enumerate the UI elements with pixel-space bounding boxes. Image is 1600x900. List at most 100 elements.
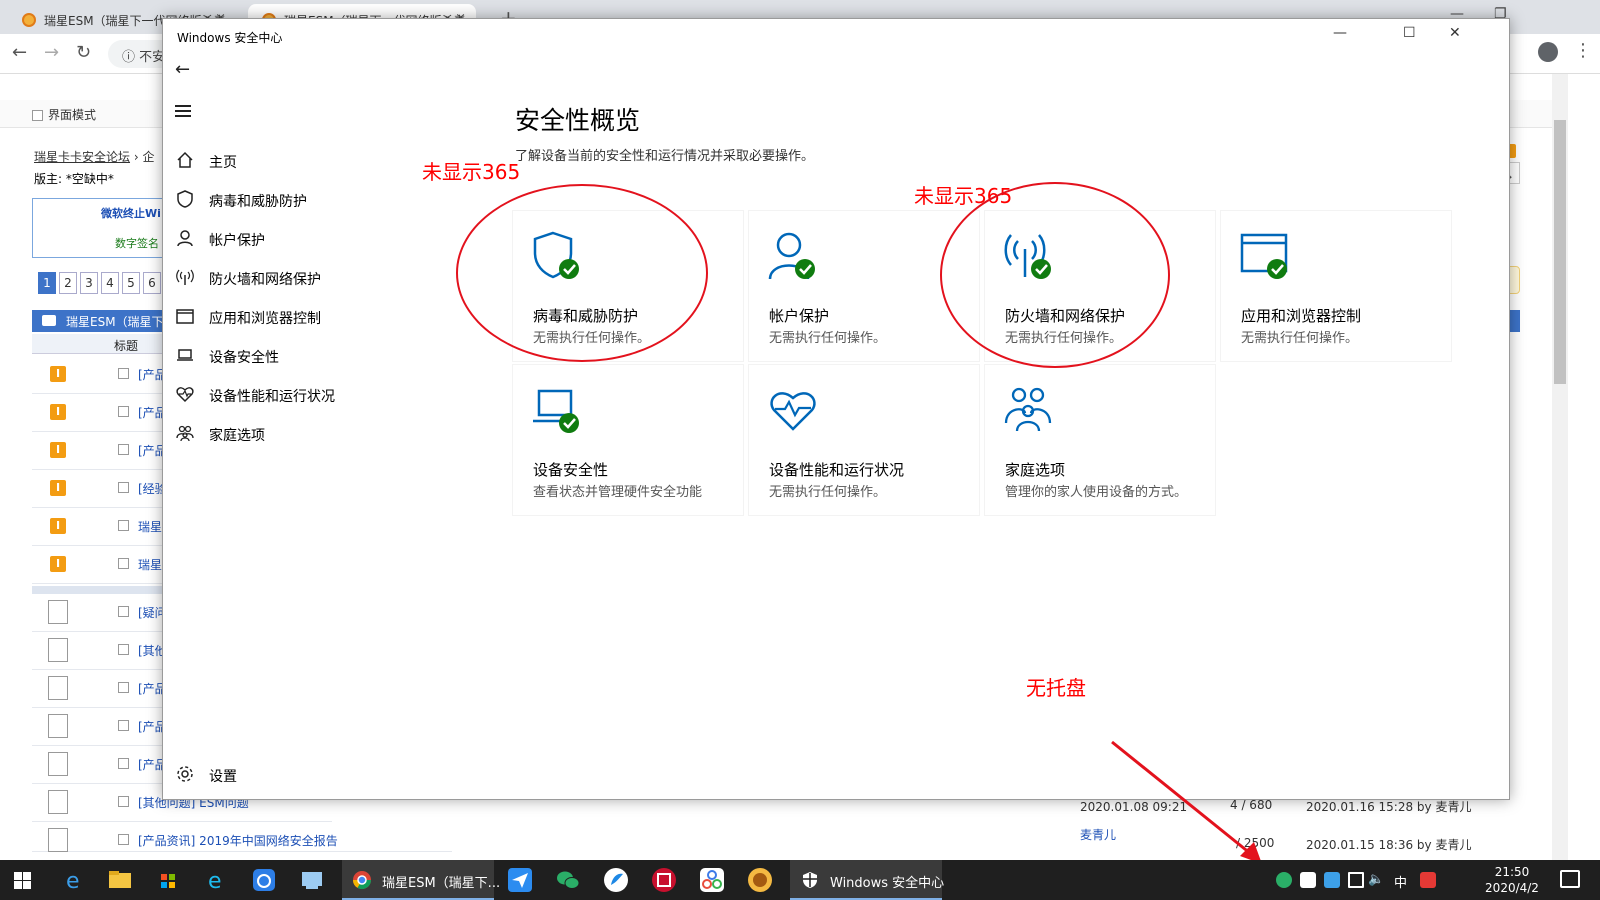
tile-app-browser-control[interactable]: 应用和浏览器控制 无需执行任何操作。 xyxy=(1221,211,1451,361)
bank-icon[interactable] xyxy=(650,866,678,894)
family-icon xyxy=(1004,387,1052,432)
tile-device-security[interactable]: 设备安全性 查看状态并管理硬件安全功能 xyxy=(513,365,743,515)
volume-icon[interactable]: 🔈 xyxy=(1368,872,1384,887)
thread-checkbox[interactable] xyxy=(118,368,129,379)
network-app-tray-icon[interactable] xyxy=(1324,872,1340,888)
taskbar-app-windows-security[interactable]: Windows 安全中心 xyxy=(790,860,945,900)
thread-checkbox[interactable] xyxy=(118,682,129,693)
table-row[interactable]: I [产品 xyxy=(32,432,172,470)
table-row[interactable]: I [产品 xyxy=(32,356,172,394)
table-row[interactable]: [产品资讯] 2019年中国网络安全报告 xyxy=(32,822,452,852)
internet-explorer-icon[interactable]: e xyxy=(202,866,230,894)
table-row[interactable]: [产品 xyxy=(32,670,172,708)
table-row[interactable]: [疑问 xyxy=(32,594,172,632)
table-row[interactable]: I 瑞星 xyxy=(32,546,172,584)
annotation-circle xyxy=(940,182,1170,368)
page-link[interactable]: 6 xyxy=(143,272,161,294)
sidebar-item-label: 设备安全性 xyxy=(209,350,279,366)
sidebar-item-label: 应用和浏览器控制 xyxy=(209,311,321,327)
breadcrumb-home-link[interactable]: 瑞星卡卡安全论坛 xyxy=(34,150,130,164)
thread-title-link[interactable]: 瑞星 xyxy=(138,556,162,573)
windows-security-icon xyxy=(803,872,817,888)
page-link[interactable]: 4 xyxy=(101,272,119,294)
thread-checkbox[interactable] xyxy=(118,520,129,531)
page-link[interactable]: 1 xyxy=(38,272,56,294)
sidebar-item-device-performance[interactable]: 设备性能和运行状况 xyxy=(163,375,479,414)
sticky-icon: I xyxy=(50,556,66,572)
thread-title-link[interactable]: 瑞星 xyxy=(138,518,162,535)
page-link[interactable]: 5 xyxy=(122,272,140,294)
sidebar-item-virus-protection[interactable]: 病毒和威胁防护 xyxy=(163,180,479,219)
table-row[interactable]: I [经验 xyxy=(32,470,172,508)
page-link[interactable]: 2 xyxy=(59,272,77,294)
security-tray-icon[interactable] xyxy=(1300,872,1316,888)
sidebar-item-account-protection[interactable]: 帐户保护 xyxy=(163,219,479,258)
sidebar-item-app-browser-control[interactable]: 应用和浏览器控制 xyxy=(163,297,479,336)
thread-checkbox[interactable] xyxy=(118,834,129,845)
reload-icon[interactable]: ↻ xyxy=(76,42,91,63)
start-button[interactable] xyxy=(14,872,31,889)
network-tray-icon[interactable] xyxy=(1348,872,1364,888)
table-row[interactable]: [产品 xyxy=(32,708,172,746)
sidebar-item-device-security[interactable]: 设备安全性 xyxy=(163,336,479,375)
tile-title: 应用和浏览器控制 xyxy=(1241,307,1362,325)
notice-link[interactable]: 微软终止Wi xyxy=(101,205,161,221)
sidebar-item-family-options[interactable]: 家庭选项 xyxy=(163,414,479,453)
laptop-icon xyxy=(177,349,193,361)
clock[interactable]: 21:50 2020/4/2 xyxy=(1470,864,1554,896)
feather-app-icon[interactable] xyxy=(602,866,630,894)
tile-status: 无需执行任何操作。 xyxy=(1241,331,1359,346)
thread-title-link[interactable]: [产品资讯] 2019年中国网络安全报告 xyxy=(138,832,338,849)
wechat-icon[interactable] xyxy=(554,866,582,894)
sogou-input-icon[interactable] xyxy=(1420,872,1436,888)
thread-checkbox[interactable] xyxy=(118,644,129,655)
paper-plane-icon[interactable] xyxy=(506,866,534,894)
checkbox-icon[interactable] xyxy=(32,110,43,121)
store-icon[interactable] xyxy=(154,866,182,894)
tile-family-options[interactable]: 家庭选项 管理你的家人使用设备的方式。 xyxy=(985,365,1215,515)
edge-icon[interactable]: e xyxy=(60,866,88,894)
ime-indicator[interactable]: 中 xyxy=(1394,872,1407,891)
forward-arrow-icon[interactable]: → xyxy=(44,42,59,63)
menu-dots-icon[interactable]: ⋮ xyxy=(1574,40,1592,61)
page-link[interactable]: 3 xyxy=(80,272,98,294)
back-arrow-icon[interactable]: ← xyxy=(12,42,27,63)
last-post-user-link[interactable]: 麦青儿 xyxy=(1080,826,1116,843)
thread-checkbox[interactable] xyxy=(118,758,129,769)
taskbar-app-label: Windows 安全中心 xyxy=(830,876,945,891)
taskbar-app-chrome[interactable]: 瑞星ESM（瑞星下... xyxy=(342,860,500,900)
table-row[interactable]: I 瑞星 xyxy=(32,508,172,546)
share-app-icon[interactable] xyxy=(698,866,726,894)
profile-avatar-icon[interactable] xyxy=(1538,42,1558,62)
notification-center-icon[interactable] xyxy=(1560,870,1580,888)
last-reply: 2020.01.16 15:28 by 麦青儿 xyxy=(1306,800,1472,814)
rising-lion-icon[interactable] xyxy=(746,866,774,894)
sidebar-item-settings[interactable]: 设置 xyxy=(163,755,479,794)
back-arrow-icon[interactable]: ← xyxy=(175,59,190,80)
thread-checkbox[interactable] xyxy=(118,406,129,417)
file-explorer-icon[interactable] xyxy=(106,866,134,894)
thread-checkbox[interactable] xyxy=(118,482,129,493)
family-icon xyxy=(176,425,194,442)
thread-checkbox[interactable] xyxy=(118,720,129,731)
cloud-app-icon[interactable] xyxy=(250,866,278,894)
document-icon xyxy=(48,600,68,624)
wechat-tray-icon[interactable] xyxy=(1276,872,1292,888)
remote-desktop-icon[interactable] xyxy=(298,866,326,894)
thread-checkbox[interactable] xyxy=(118,606,129,617)
forum-title-bar: 瑞星ESM（瑞星下 xyxy=(32,310,172,332)
sidebar-item-firewall[interactable]: 防火墙和网络保护 xyxy=(163,258,479,297)
interface-mode-toggle[interactable]: 界面模式 xyxy=(32,106,96,123)
clock-time: 21:50 xyxy=(1494,865,1530,879)
table-row[interactable]: I [产品 xyxy=(32,394,172,432)
sidebar-item-label: 设置 xyxy=(209,769,237,785)
notice-link[interactable]: 数字签名 xyxy=(115,235,159,251)
hamburger-menu-icon[interactable] xyxy=(175,105,191,117)
scrollbar-thumb[interactable] xyxy=(1554,120,1566,384)
thread-checkbox[interactable] xyxy=(118,558,129,569)
table-row[interactable]: [产品 xyxy=(32,746,172,784)
table-row[interactable]: [其他 xyxy=(32,632,172,670)
tile-device-performance[interactable]: 设备性能和运行状况 无需执行任何操作。 xyxy=(749,365,979,515)
thread-checkbox[interactable] xyxy=(118,444,129,455)
thread-checkbox[interactable] xyxy=(118,796,129,807)
